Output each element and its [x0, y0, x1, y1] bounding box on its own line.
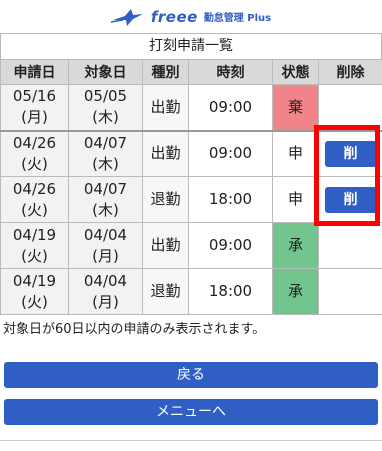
status-cell: 申: [272, 129, 319, 177]
time-cell: 09:00: [188, 222, 273, 269]
request-list-panel: 打刻申請一覧 申請日 対象日 種別 時刻 状態 削除 05/16 (月) 05/05…: [0, 33, 382, 315]
target-date: 04/04: [83, 271, 128, 290]
table-header-row: 申請日 対象日 種別 時刻 状態 削除: [0, 59, 382, 85]
back-button[interactable]: 戻る: [4, 362, 378, 388]
logo-subtitle: 勤怠管理 Plus: [203, 13, 272, 24]
col-header-delete: 削除: [318, 59, 382, 85]
type-cell: 出勤: [142, 222, 189, 269]
bottom-divider: [0, 440, 382, 441]
apply-day: (火): [21, 154, 48, 173]
delete-cell: [318, 84, 382, 131]
target-date-cell: 04/07 (木): [68, 129, 143, 177]
apply-date-cell: 04/26 (火): [0, 176, 69, 223]
apply-day: (月): [21, 108, 48, 127]
target-day: (木): [92, 108, 119, 127]
target-day: (木): [92, 200, 119, 219]
apply-date-cell: 05/16 (月): [0, 84, 69, 131]
target-date-cell: 04/07 (木): [68, 176, 143, 223]
apply-date-cell: 04/26 (火): [0, 129, 69, 177]
col-header-status: 状態: [272, 59, 319, 85]
table-row: 04/19 (火) 04/04 (月) 出勤 09:00 承: [0, 222, 382, 269]
apply-date: 04/26: [12, 133, 57, 152]
target-date: 04/07: [83, 179, 128, 198]
time-cell: 18:00: [188, 176, 273, 223]
time-cell: 09:00: [188, 84, 273, 131]
apply-date: 04/19: [12, 271, 57, 290]
delete-cell: [318, 222, 382, 269]
freee-bird-logo-icon: [110, 8, 143, 26]
delete-cell: 削: [318, 129, 382, 177]
apply-date: 05/16: [12, 87, 57, 106]
col-header-target-date: 対象日: [68, 59, 143, 85]
target-day: (月): [92, 292, 119, 311]
target-date: 05/05: [83, 87, 128, 106]
target-date: 04/07: [83, 133, 128, 152]
apply-day: (火): [21, 246, 48, 265]
table-row: 04/26 (火) 04/07 (木) 退勤 18:00 申削: [0, 176, 382, 223]
logo-text: freee: [150, 7, 198, 26]
apply-date: 04/19: [12, 225, 57, 244]
type-cell: 出勤: [142, 84, 189, 131]
table-row: 04/19 (火) 04/04 (月) 退勤 18:00 承: [0, 268, 382, 315]
status-cell: 承: [272, 268, 319, 315]
info-note: 対象日が60日以内の申請のみ表示されます。: [3, 322, 266, 337]
app-header: freee 勤怠管理 Plus: [0, 0, 382, 33]
request-table: 申請日 対象日 種別 時刻 状態 削除 05/16 (月) 05/05 (木) 出勤 09…: [0, 59, 382, 315]
table-row: 04/26 (火) 04/07 (木) 出勤 09:00 申削: [0, 129, 382, 177]
type-cell: 出勤: [142, 129, 189, 177]
menu-button[interactable]: メニューへ: [4, 399, 378, 425]
status-cell: 棄: [272, 84, 319, 131]
type-cell: 退勤: [142, 268, 189, 315]
time-cell: 18:00: [188, 268, 273, 315]
target-day: (月): [92, 246, 119, 265]
target-date: 04/04: [83, 225, 128, 244]
delete-cell: [318, 268, 382, 315]
apply-date-cell: 04/19 (火): [0, 222, 69, 269]
col-header-apply-date: 申請日: [0, 59, 69, 85]
target-date-cell: 04/04 (月): [68, 268, 143, 315]
type-cell: 退勤: [142, 176, 189, 223]
col-header-type: 種別: [142, 59, 189, 85]
target-day: (木): [92, 154, 119, 173]
apply-day: (火): [21, 200, 48, 219]
delete-cell: 削: [318, 176, 382, 223]
status-cell: 申: [272, 176, 319, 223]
delete-button[interactable]: 削: [324, 186, 377, 213]
time-cell: 09:00: [188, 129, 273, 177]
table-row: 05/16 (月) 05/05 (木) 出勤 09:00 棄: [0, 84, 382, 131]
col-header-time: 時刻: [188, 59, 273, 85]
apply-date-cell: 04/19 (火): [0, 268, 69, 315]
apply-day: (火): [21, 292, 48, 311]
status-cell: 承: [272, 222, 319, 269]
target-date-cell: 04/04 (月): [68, 222, 143, 269]
target-date-cell: 05/05 (木): [68, 84, 143, 131]
delete-button[interactable]: 削: [324, 140, 377, 167]
list-title: 打刻申請一覧: [0, 33, 382, 59]
apply-date: 04/26: [12, 179, 57, 198]
